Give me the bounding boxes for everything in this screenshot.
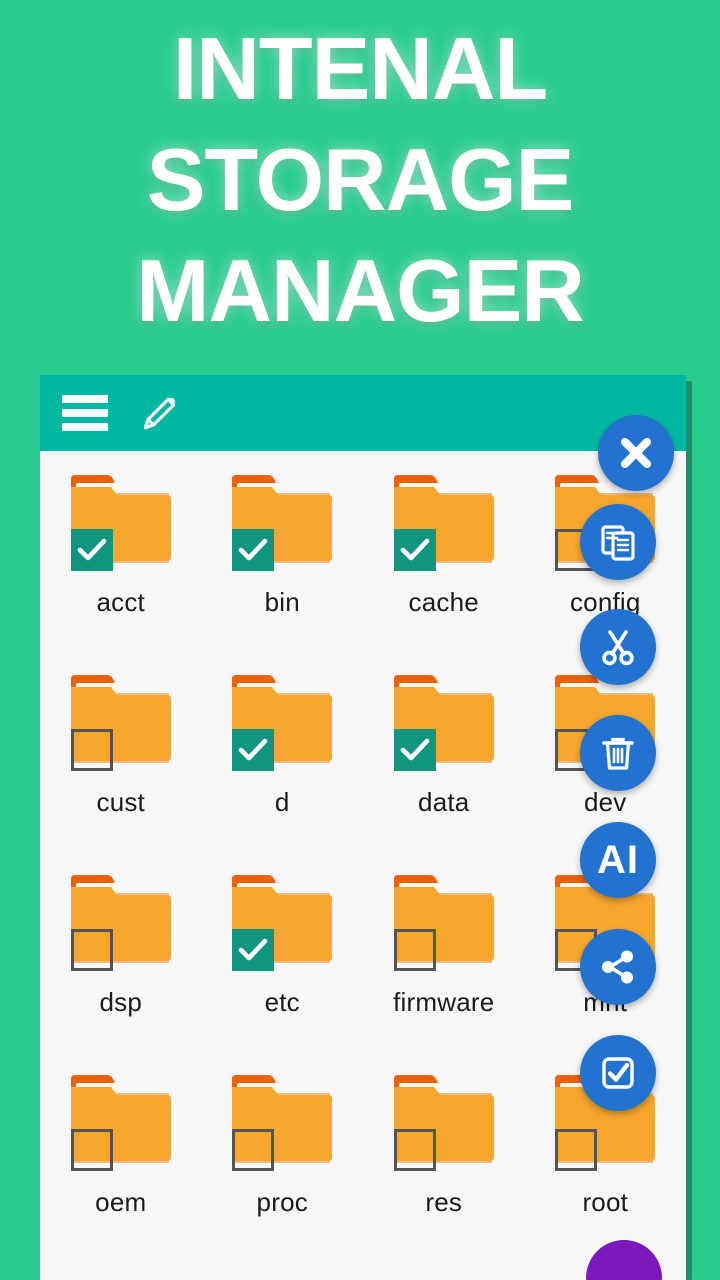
folder-icon [67, 469, 175, 573]
folder-item[interactable]: dsp [40, 869, 202, 1069]
folder-label: cache [408, 587, 479, 617]
promo-title-line-1: INTENAL [172, 19, 548, 118]
folder-checkbox-checked[interactable] [393, 729, 436, 771]
folder-label: dsp [99, 987, 143, 1017]
folder-checkbox-checked[interactable] [232, 929, 275, 971]
share-nodes-icon [602, 950, 633, 984]
trash-delete-icon [602, 737, 634, 770]
folder-icon [67, 869, 175, 973]
folder-checkbox-checked[interactable] [70, 529, 113, 571]
folder-label: bin [264, 587, 300, 617]
folder-checkbox-unchecked[interactable] [232, 1129, 275, 1171]
folder-item[interactable]: etc [202, 869, 364, 1069]
promo-title-line-2: STORAGE [146, 129, 575, 229]
rename-text-icon: AI [597, 838, 639, 882]
folder-item[interactable]: cust [40, 669, 202, 869]
folder-label: dev [583, 787, 627, 817]
folder-item[interactable]: oem [40, 1069, 202, 1269]
folder-item[interactable]: firmware [363, 869, 525, 1069]
copy-documents-icon [601, 525, 635, 561]
folder-checkbox-checked[interactable] [393, 529, 436, 571]
fab-close-button[interactable] [598, 415, 674, 491]
check-mark-icon [238, 538, 268, 561]
folder-checkbox-unchecked[interactable] [70, 729, 113, 771]
promo-title-line-3: MANAGER [136, 240, 585, 340]
scissors-cut-icon [602, 630, 634, 666]
check-mark-icon [400, 538, 430, 561]
close-x-icon [621, 438, 651, 468]
folder-item[interactable]: bin [202, 469, 364, 669]
fab-rename-button[interactable]: AI [580, 822, 656, 898]
check-mark-icon [238, 938, 268, 961]
pencil-edit-icon[interactable] [138, 391, 182, 435]
fab-cut-button[interactable] [580, 609, 656, 685]
folder-label: acct [96, 587, 145, 617]
folder-icon [67, 669, 175, 773]
app-panel: acct bin cache config cust d data dev dsp etc firm… [40, 375, 686, 1280]
hamburger-menu-icon[interactable] [62, 395, 108, 431]
folder-label: proc [256, 1187, 308, 1217]
folder-checkbox-unchecked[interactable] [555, 1129, 598, 1171]
folder-label: res [425, 1187, 463, 1217]
folder-icon [228, 869, 336, 973]
folder-label: root [582, 1187, 629, 1217]
folder-item[interactable]: d [202, 669, 364, 869]
folder-icon [390, 1069, 498, 1173]
folder-icon [390, 669, 498, 773]
folder-item[interactable]: cache [363, 469, 525, 669]
check-mark-icon [77, 538, 107, 561]
folder-checkbox-unchecked[interactable] [393, 1129, 436, 1171]
folder-icon [390, 869, 498, 973]
folder-icon [228, 669, 336, 773]
folder-icon [228, 469, 336, 573]
folder-label: d [274, 787, 290, 817]
check-mark-icon [400, 738, 430, 761]
fab-share-button[interactable] [580, 929, 656, 1005]
folder-checkbox-checked[interactable] [232, 529, 275, 571]
folder-label: oem [95, 1187, 147, 1217]
folder-checkbox-unchecked[interactable] [393, 929, 436, 971]
folder-item[interactable]: res [363, 1069, 525, 1269]
check-mark-icon [238, 738, 268, 761]
promo-title-block: INTENAL STORAGE MANAGER [0, 0, 720, 375]
folder-checkbox-unchecked[interactable] [70, 929, 113, 971]
folder-item[interactable]: proc [202, 1069, 364, 1269]
fab-copy-button[interactable] [580, 504, 656, 580]
folder-item[interactable]: acct [40, 469, 202, 669]
folder-label: data [418, 787, 470, 817]
folder-item[interactable]: data [363, 669, 525, 869]
app-bar [40, 375, 686, 451]
folder-label: cust [96, 787, 145, 817]
checkbox-checked-icon [602, 1057, 634, 1089]
fab-select-all-button[interactable] [580, 1035, 656, 1111]
folder-checkbox-checked[interactable] [232, 729, 275, 771]
folder-icon [390, 469, 498, 573]
folder-label: firmware [393, 987, 495, 1017]
folder-checkbox-unchecked[interactable] [70, 1129, 113, 1171]
folder-icon [67, 1069, 175, 1173]
folder-label: etc [264, 987, 300, 1017]
fab-delete-button[interactable] [580, 715, 656, 791]
folder-icon [228, 1069, 336, 1173]
